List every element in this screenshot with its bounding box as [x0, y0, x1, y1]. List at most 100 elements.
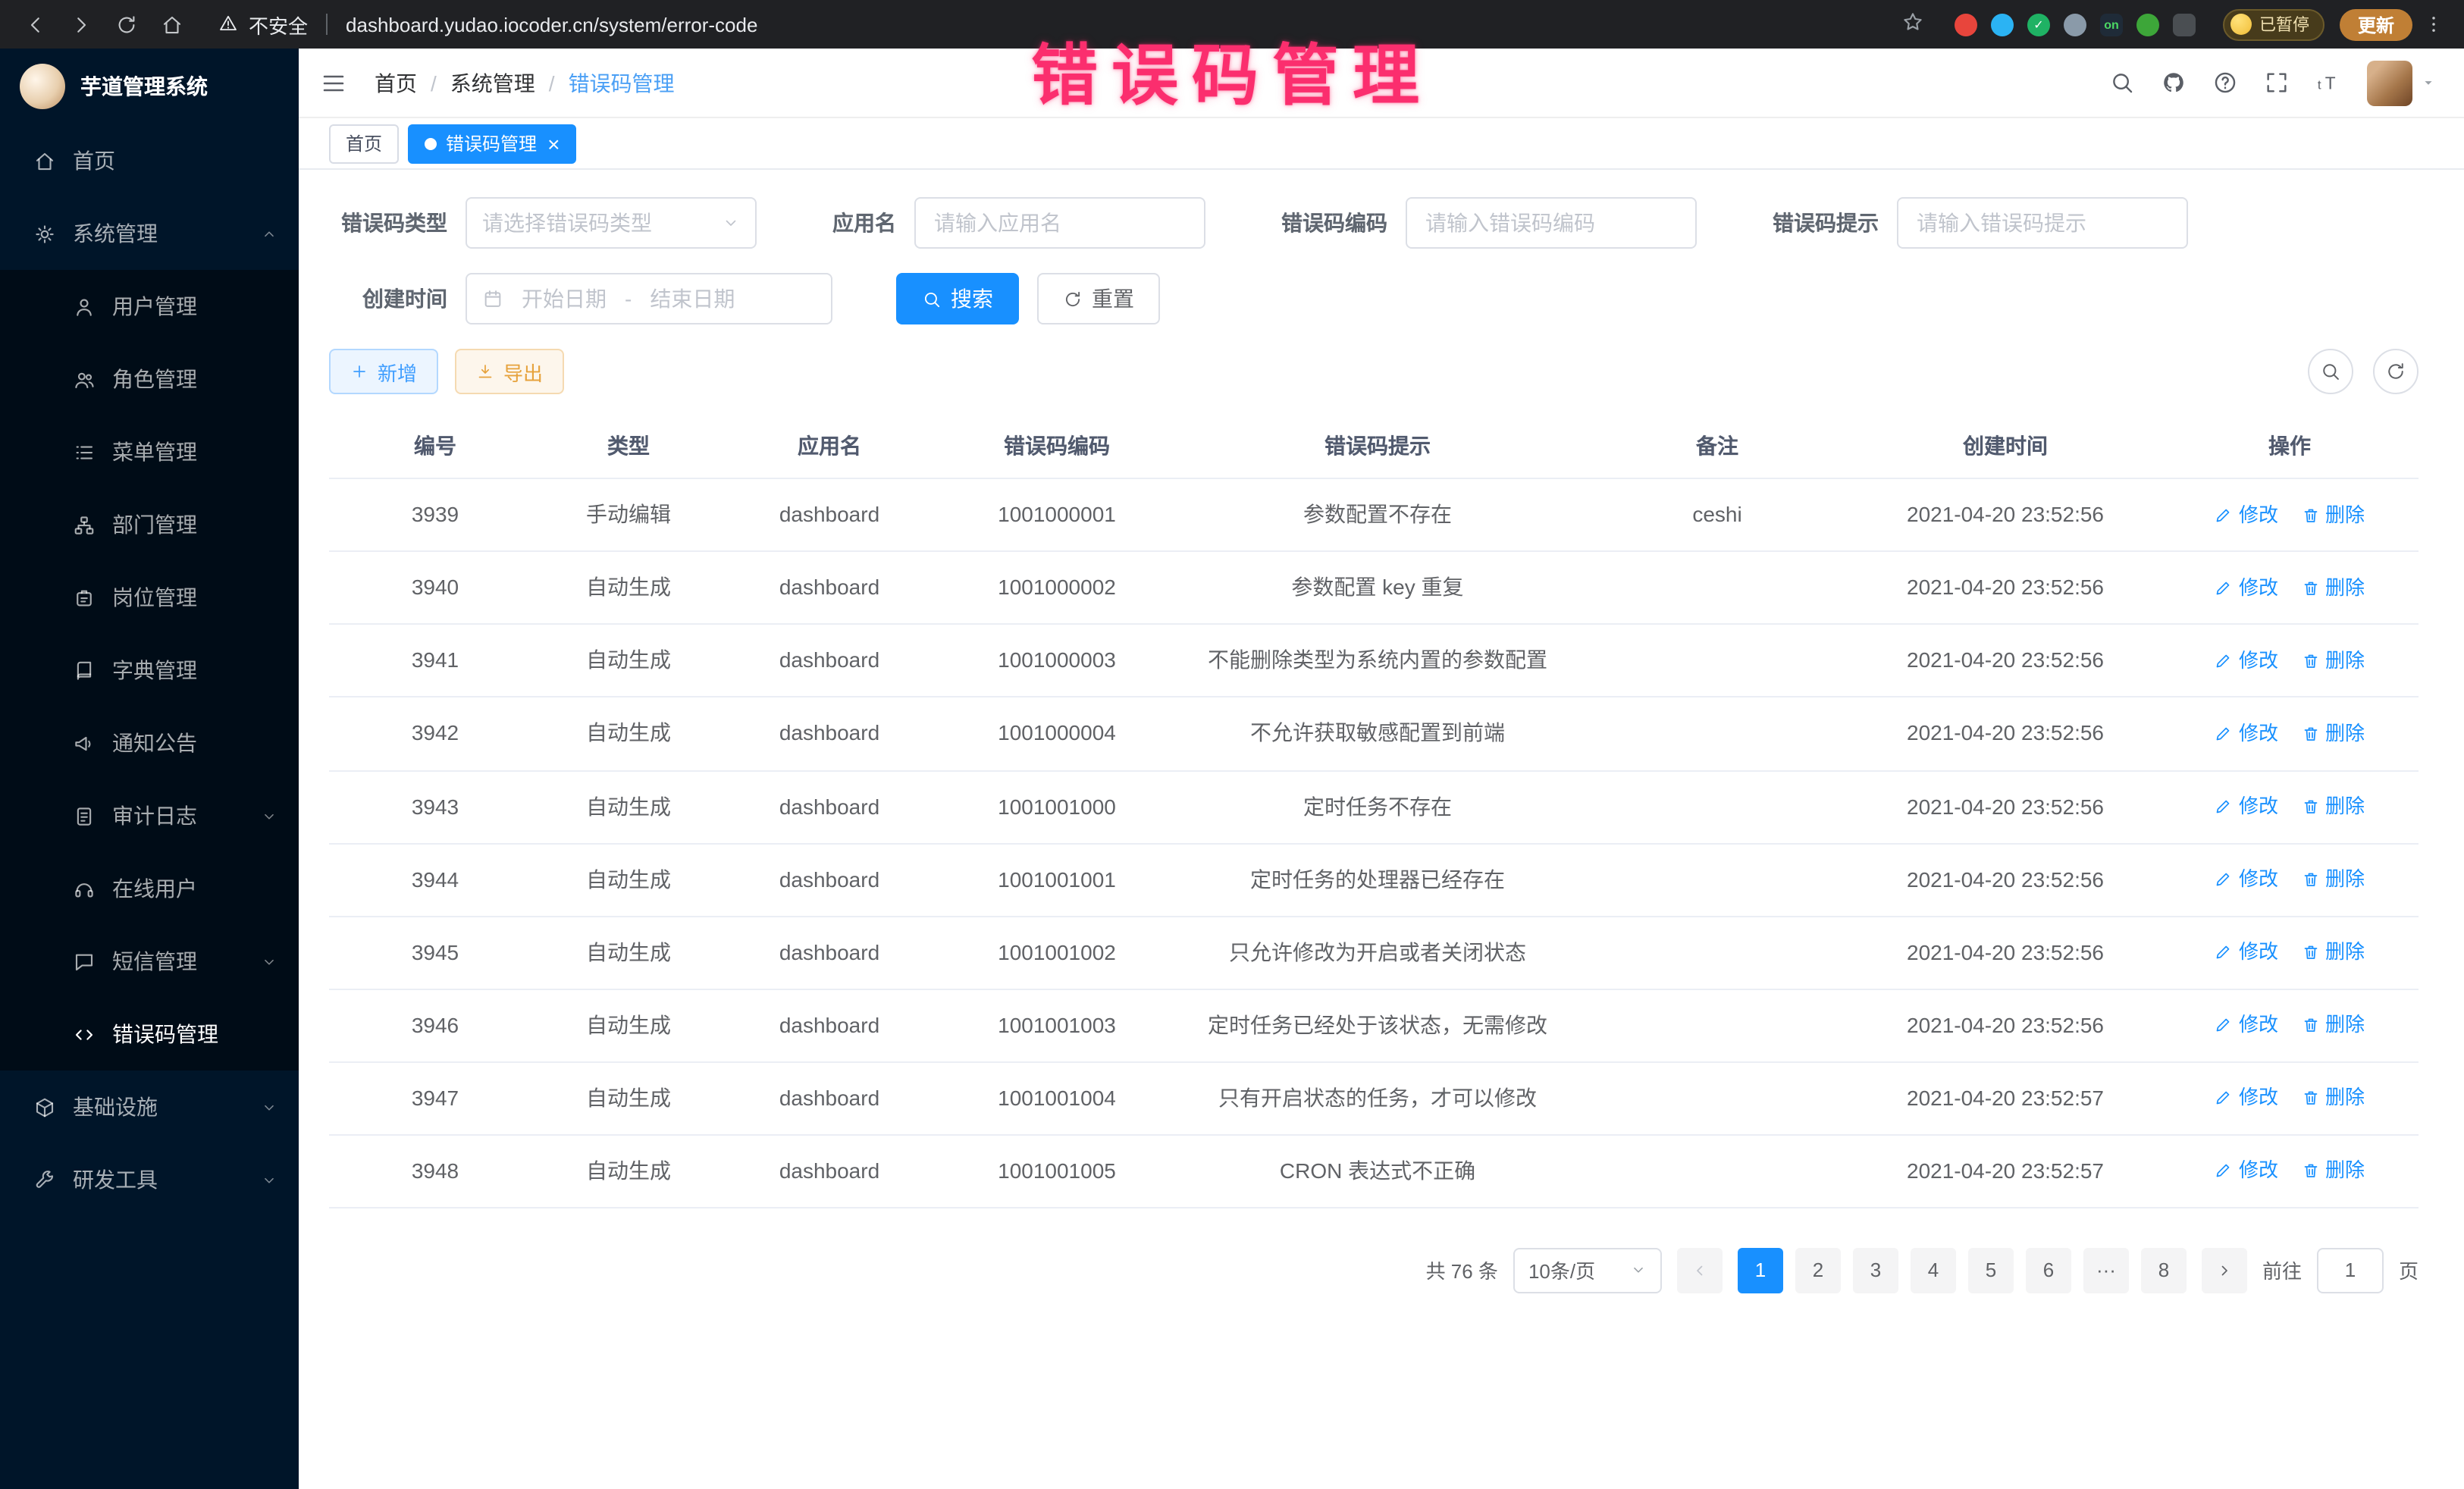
green-leaf-extension-icon[interactable]	[2136, 13, 2159, 36]
edit-link[interactable]: 修改	[2215, 500, 2278, 530]
sidebar-item-3[interactable]: 角色管理	[0, 343, 299, 415]
refresh-table-button[interactable]	[2373, 349, 2419, 394]
breadcrumb-item-1[interactable]: 系统管理	[450, 67, 535, 98]
red-circle-extension-icon[interactable]	[1955, 13, 1977, 36]
update-button[interactable]: 更新	[2340, 8, 2412, 40]
back-icon[interactable]	[15, 5, 55, 44]
edit-link[interactable]: 修改	[2215, 646, 2278, 676]
page-button-1[interactable]: 1	[1738, 1247, 1783, 1293]
tab-0[interactable]: 首页	[329, 124, 399, 163]
hint-input[interactable]	[1897, 197, 2188, 249]
code-label: 错误码编码	[1269, 208, 1406, 238]
type-cell: 自动生成	[541, 718, 716, 750]
edit-link[interactable]: 修改	[2215, 865, 2278, 895]
logo[interactable]: 芋道管理系统	[0, 49, 299, 124]
breadcrumb-separator: /	[549, 71, 555, 95]
reload-icon[interactable]	[106, 5, 146, 44]
id-cell: 3948	[329, 1155, 541, 1186]
paused-badge[interactable]: 已暂停	[2223, 8, 2324, 40]
delete-link[interactable]: 删除	[2301, 1083, 2365, 1113]
puzzle-extension-icon[interactable]	[2173, 13, 2196, 36]
sidebar-item-5[interactable]: 部门管理	[0, 488, 299, 561]
add-button[interactable]: 新增	[329, 349, 438, 394]
edit-link[interactable]: 修改	[2215, 573, 2278, 603]
page-button-2[interactable]: 2	[1795, 1247, 1841, 1293]
reset-button[interactable]: 重置	[1037, 273, 1160, 324]
font-size-icon[interactable]: tT	[2315, 70, 2341, 96]
edit-link[interactable]: 修改	[2215, 1156, 2278, 1186]
delete-link[interactable]: 删除	[2301, 938, 2365, 967]
browser-home-icon[interactable]	[152, 5, 191, 44]
export-button[interactable]: 导出	[455, 349, 564, 394]
sidebar-item-10[interactable]: 在线用户	[0, 852, 299, 925]
delete-link[interactable]: 删除	[2301, 646, 2365, 676]
sidebar-item-4[interactable]: 菜单管理	[0, 415, 299, 488]
dark-on-extension-icon[interactable]: on	[2100, 13, 2123, 36]
date-range-picker[interactable]: -	[466, 273, 832, 324]
delete-link[interactable]: 删除	[2301, 792, 2365, 822]
github-icon[interactable]	[2161, 70, 2187, 96]
edit-icon	[2215, 506, 2233, 524]
delete-link[interactable]: 删除	[2301, 719, 2365, 748]
fullscreen-icon[interactable]	[2264, 70, 2290, 96]
end-date-input[interactable]	[638, 287, 747, 311]
page-button-8[interactable]: 8	[2141, 1247, 2187, 1293]
code-cell: 1001001000	[943, 791, 1171, 823]
type-select[interactable]: 请选择错误码类型	[466, 197, 757, 249]
edit-link[interactable]: 修改	[2215, 1083, 2278, 1113]
app-input[interactable]	[914, 197, 1205, 249]
sidebar-item-0[interactable]: 首页	[0, 124, 299, 197]
id-cell: 3941	[329, 645, 541, 677]
delete-link[interactable]: 删除	[2301, 573, 2365, 603]
prev-page-button[interactable]	[1677, 1247, 1723, 1293]
page-button-4[interactable]: 4	[1911, 1247, 1956, 1293]
delete-link[interactable]: 删除	[2301, 500, 2365, 530]
help-icon[interactable]	[2212, 70, 2238, 96]
breadcrumb-item-0[interactable]: 首页	[375, 67, 417, 98]
page-button-6[interactable]: 6	[2026, 1247, 2071, 1293]
green-check-extension-icon[interactable]: ✓	[2027, 13, 2050, 36]
chrome-menu-icon[interactable]	[2419, 12, 2449, 36]
app-cell: dashboard	[716, 718, 943, 750]
delete-link[interactable]: 删除	[2301, 1011, 2365, 1040]
sidebar-item-11[interactable]: 短信管理	[0, 925, 299, 998]
page-button-5[interactable]: 5	[1968, 1247, 2014, 1293]
teal-drop-extension-icon[interactable]	[1991, 13, 2014, 36]
sidebar-item-1[interactable]: 系统管理	[0, 197, 299, 270]
sidebar-item-9[interactable]: 审计日志	[0, 779, 299, 852]
search-button[interactable]: 搜索	[896, 273, 1019, 324]
page-button-3[interactable]: 3	[1853, 1247, 1898, 1293]
sidebar-item-14[interactable]: 研发工具	[0, 1143, 299, 1216]
forward-icon[interactable]	[61, 5, 100, 44]
sidebar-item-6[interactable]: 岗位管理	[0, 561, 299, 634]
sidebar-toggle-icon[interactable]	[320, 69, 347, 96]
edit-link[interactable]: 修改	[2215, 938, 2278, 967]
page-size-select[interactable]: 10条/页	[1513, 1247, 1662, 1293]
wrench-icon	[33, 1168, 56, 1191]
trash-icon	[2301, 1089, 2319, 1107]
people-grid-extension-icon[interactable]	[2064, 13, 2086, 36]
start-date-input[interactable]	[509, 287, 619, 311]
edit-link[interactable]: 修改	[2215, 719, 2278, 748]
tab-1[interactable]: 错误码管理×	[408, 124, 576, 163]
tab-close-icon[interactable]: ×	[547, 133, 560, 154]
search-icon[interactable]	[2109, 70, 2135, 96]
delete-link[interactable]: 删除	[2301, 1156, 2365, 1186]
bookmark-star-icon[interactable]	[1901, 11, 1924, 37]
url-bar[interactable]: 不安全 dashboard.yudao.iocoder.cn/system/er…	[197, 10, 1936, 39]
column-header-3: 错误码编码	[943, 431, 1171, 462]
page-ellipsis[interactable]: ···	[2083, 1247, 2129, 1293]
code-input[interactable]	[1406, 197, 1697, 249]
sidebar-item-7[interactable]: 字典管理	[0, 634, 299, 707]
next-page-button[interactable]	[2202, 1247, 2247, 1293]
edit-link[interactable]: 修改	[2215, 1011, 2278, 1040]
sidebar-item-8[interactable]: 通知公告	[0, 707, 299, 779]
sidebar-item-2[interactable]: 用户管理	[0, 270, 299, 343]
goto-page-input[interactable]	[2317, 1247, 2384, 1293]
delete-link[interactable]: 删除	[2301, 865, 2365, 895]
user-avatar-menu[interactable]	[2367, 60, 2437, 105]
edit-link[interactable]: 修改	[2215, 792, 2278, 822]
sidebar-item-13[interactable]: 基础设施	[0, 1071, 299, 1143]
sidebar-item-12[interactable]: 错误码管理	[0, 998, 299, 1071]
hide-search-button[interactable]	[2308, 349, 2353, 394]
